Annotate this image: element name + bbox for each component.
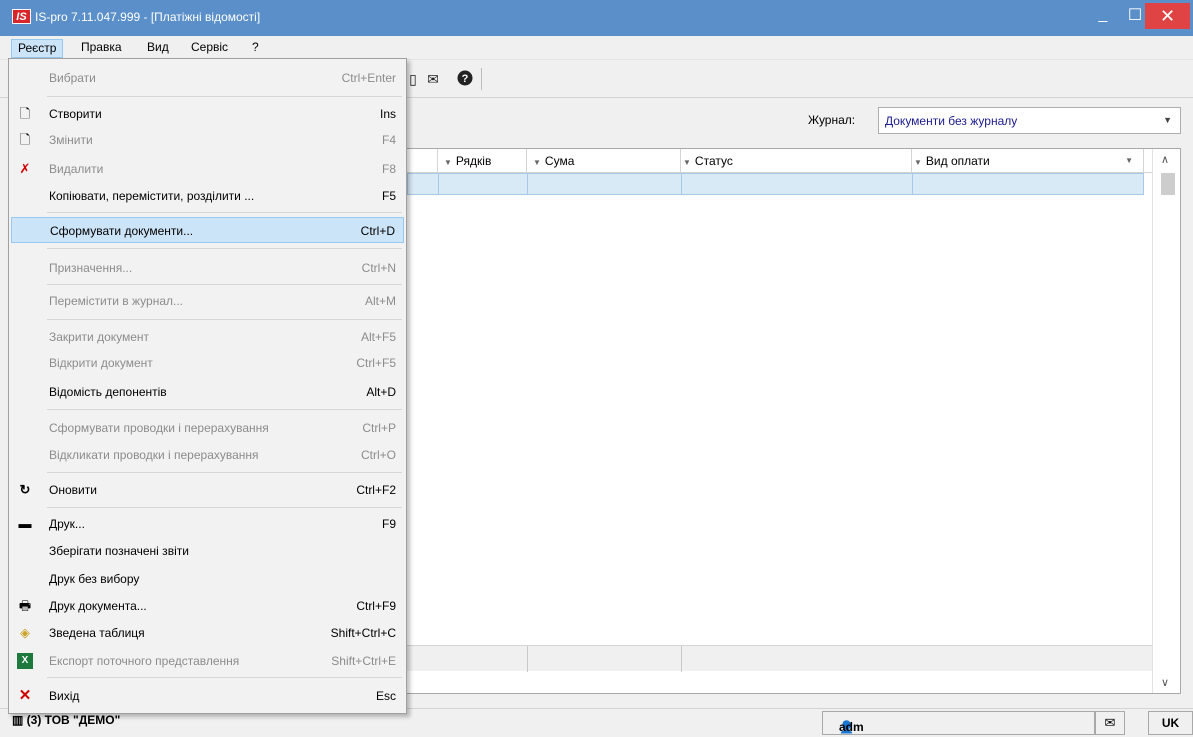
menu-item-open-document[interactable]: Відкрити документ Ctrl+F5 (11, 350, 404, 376)
menu-item-select[interactable]: Вибрати Ctrl+Enter (11, 65, 404, 91)
menu-item-print[interactable]: ▬ Друк... F9 (11, 511, 404, 537)
window-title: IS-pro 7.11.047.999 - [Платіжні відомост… (35, 10, 261, 24)
menu-item-print-document[interactable]: 🖶 Друк документа... Ctrl+F9 (11, 593, 404, 619)
menu-item-refresh[interactable]: ↻ Оновити Ctrl+F2 (11, 477, 404, 503)
svg-text:?: ? (462, 73, 469, 85)
app-logo-icon: IS (12, 9, 31, 24)
new-document-icon: 🗋 (19, 106, 31, 121)
print-document-icon: 🖶 (18, 598, 32, 613)
journal-label: Журнал: (808, 113, 856, 127)
menu-item-close-document[interactable]: Закрити документ Alt+F5 (11, 324, 404, 350)
column-header-sum[interactable]: ▼ Сума (527, 149, 681, 173)
menu-servis[interactable]: Сервіс (185, 39, 234, 58)
refresh-icon: ↻ (19, 482, 31, 497)
menu-item-edit[interactable]: 🗋 Змінити F4 (11, 127, 404, 153)
status-company: ▥ (3) ТОВ "ДЕМО" (12, 713, 121, 727)
menu-reestr[interactable]: Реєстр (11, 39, 64, 58)
excel-export-icon: X (17, 653, 33, 669)
chevron-down-icon: ▼ (1163, 115, 1172, 125)
menu-item-print-without-selection[interactable]: Друк без вибору (11, 566, 404, 592)
mail-icon[interactable]: ✉ (424, 70, 442, 88)
scrollbar-thumb[interactable] (1161, 173, 1175, 195)
menu-item-move-to-journal[interactable]: Перемістити в журнал... Alt+M (11, 288, 404, 314)
sort-arrow-icon: ▼ (914, 158, 922, 167)
journal-value: Документи без журналу (885, 114, 1018, 128)
menu-help[interactable]: ? (246, 39, 265, 58)
journal-select[interactable]: Документи без журналу ▼ (878, 107, 1181, 134)
company-icon: ▥ (12, 713, 27, 727)
menu-item-create[interactable]: 🗋 Створити Ins (11, 101, 404, 127)
exit-icon: ✕ (18, 687, 32, 704)
status-user: 👤 adm (822, 711, 1095, 735)
mail-icon[interactable]: ✉ (1095, 711, 1125, 735)
column-header-status[interactable]: ▼ Статус (681, 149, 912, 173)
menu-item-pivot-table[interactable]: ◈ Зведена таблиця Shift+Ctrl+C (11, 620, 404, 646)
menu-item-form-postings[interactable]: Сформувати проводки і перерахування Ctrl+… (11, 415, 404, 441)
grid-header: ▼ Рядків ▼ Сума ▼ Статус ▼ Вид оплати ▼ (407, 149, 1152, 173)
menu-item-depositors-statement[interactable]: Відомість депонентів Alt+D (11, 379, 404, 405)
documents-grid: ▼ Рядків ▼ Сума ▼ Статус ▼ Вид оплати ▼ ∧ ∨ (406, 148, 1181, 694)
sort-arrow-icon: ▼ (444, 158, 452, 167)
toolbar-separator (481, 68, 482, 90)
delete-document-icon: ✗ (19, 161, 31, 176)
reestr-dropdown-menu: Вибрати Ctrl+Enter 🗋 Створити Ins 🗋 Змінити F… (8, 58, 407, 714)
menu-item-form-documents[interactable]: Сформувати документи... Ctrl+D (11, 217, 404, 243)
title-bar: IS IS-pro 7.11.047.999 - [Платіжні відом… (0, 0, 1193, 36)
chevron-up-icon[interactable]: ∧ (1161, 153, 1169, 166)
help-icon[interactable]: ? (456, 70, 474, 88)
status-language[interactable]: UK (1148, 711, 1193, 735)
column-header-hidden[interactable] (407, 149, 438, 173)
sort-arrow-icon: ▼ (683, 158, 691, 167)
column-header-rows[interactable]: ▼ Рядків (438, 149, 527, 173)
menu-item-delete[interactable]: ✗ Видалити F8 (11, 156, 404, 182)
menu-item-export-current-view[interactable]: X Експорт поточного представлення Shift+Ct… (11, 648, 404, 674)
vertical-scrollbar[interactable]: ∧ ∨ (1152, 149, 1180, 693)
menu-item-save-marked-reports[interactable]: Зберігати позначені звіти (11, 538, 404, 564)
sort-arrow-icon: ▼ (1125, 156, 1133, 165)
column-header-payment-type[interactable]: ▼ Вид оплати ▼ (912, 149, 1144, 173)
menu-pravka[interactable]: Правка (75, 39, 128, 58)
printer-icon: ▬ (18, 516, 32, 531)
table-row[interactable] (407, 173, 1144, 195)
menu-bar: Реєстр Правка Вид Сервіс ? (0, 36, 1193, 60)
sort-arrow-icon: ▼ (533, 158, 541, 167)
pivot-table-icon: ◈ (20, 625, 30, 640)
chevron-down-icon[interactable]: ∨ (1161, 676, 1169, 689)
menu-item-exit[interactable]: ✕ Вихід Esc (11, 683, 404, 709)
menu-vyd[interactable]: Вид (141, 39, 175, 58)
grid-footer (407, 645, 1152, 672)
close-button[interactable]: ✕ (1145, 3, 1190, 29)
menu-item-assignment[interactable]: Призначення... Ctrl+N (11, 255, 404, 281)
edit-document-icon: 🗋 (19, 132, 31, 147)
menu-item-revoke-postings[interactable]: Відкликати проводки і перерахування Ctrl+… (11, 442, 404, 468)
menu-item-copy-move-split[interactable]: Копіювати, перемістити, розділити ... F5 (11, 183, 404, 209)
